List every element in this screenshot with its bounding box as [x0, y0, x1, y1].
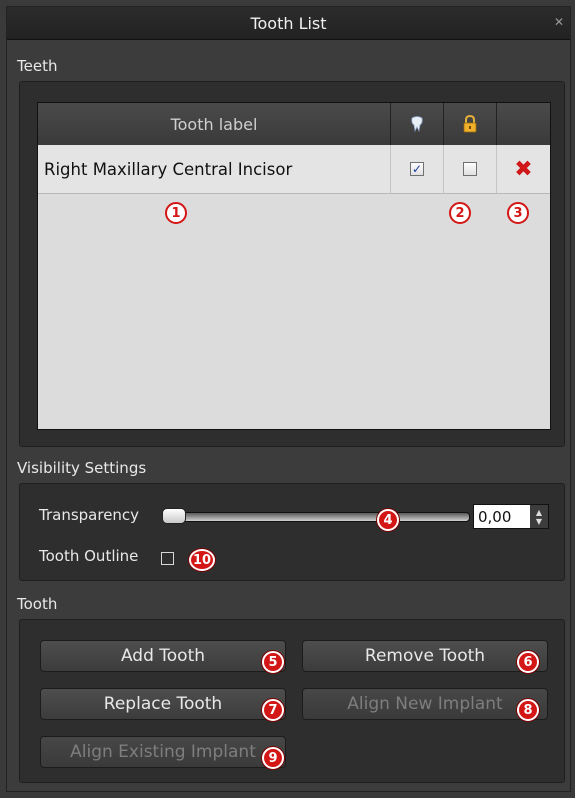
teeth-section-label: Teeth — [17, 57, 58, 75]
callout-9: 9 — [262, 747, 284, 769]
transparency-spinbox[interactable]: 0,00 ▲ ▼ — [473, 504, 549, 529]
tooth-outline-label: Tooth Outline — [39, 547, 139, 565]
transparency-slider-handle[interactable] — [162, 508, 186, 524]
window-title: Tooth List — [250, 13, 327, 33]
transparency-value[interactable]: 0,00 — [478, 508, 511, 526]
title-bar: Tooth List ✕ — [7, 7, 570, 40]
table-header: Tooth label — [38, 103, 550, 146]
tooth-label-cell[interactable]: Right Maxillary Central Incisor — [38, 145, 391, 193]
transparency-slider-track[interactable] — [168, 512, 470, 522]
align-existing-implant-button[interactable]: Align Existing Implant — [40, 736, 286, 768]
lock-icon — [463, 115, 477, 133]
visibility-section-label: Visibility Settings — [17, 459, 147, 477]
lock-cell — [444, 145, 497, 193]
spin-up-icon[interactable]: ▲ — [536, 508, 542, 517]
callout-5: 5 — [262, 651, 284, 673]
callout-10: 10 — [189, 549, 215, 571]
spin-down-icon[interactable]: ▼ — [536, 517, 542, 526]
spin-arrows[interactable]: ▲ ▼ — [530, 505, 548, 528]
tooth-group: Add Tooth Remove Tooth Replace Tooth Ali… — [19, 619, 565, 783]
add-tooth-button[interactable]: Add Tooth — [40, 640, 286, 672]
visible-cell: ✓ — [391, 145, 444, 193]
lock-checkbox[interactable] — [463, 162, 477, 176]
column-header-lock[interactable] — [444, 103, 497, 145]
tooth-list-panel: Tooth List ✕ Teeth Tooth label Right Max… — [6, 6, 571, 792]
callout-6: 6 — [517, 651, 539, 673]
close-icon[interactable]: ✕ — [554, 15, 564, 29]
callout-7: 7 — [262, 699, 284, 721]
callout-4: 4 — [377, 509, 399, 531]
visible-checkbox[interactable]: ✓ — [410, 162, 424, 176]
callout-2: 2 — [449, 202, 471, 224]
tooth-outline-checkbox[interactable] — [161, 552, 174, 565]
table-row[interactable]: Right Maxillary Central Incisor ✓ ✖ — [38, 145, 550, 194]
remove-tooth-button[interactable]: Remove Tooth — [302, 640, 548, 672]
teeth-table: Tooth label Right Maxillary Central Inci… — [37, 102, 551, 430]
align-new-implant-button[interactable]: Align New Implant — [302, 688, 548, 720]
delete-cell: ✖ — [497, 145, 550, 193]
column-header-delete — [497, 103, 550, 145]
callout-3: 3 — [507, 202, 529, 224]
teeth-group: Tooth label Right Maxillary Central Inci… — [19, 81, 565, 447]
column-header-tooth-label[interactable]: Tooth label — [38, 103, 391, 145]
replace-tooth-button[interactable]: Replace Tooth — [40, 688, 286, 720]
tooth-icon — [411, 116, 423, 132]
transparency-label: Transparency — [39, 506, 140, 524]
callout-1: 1 — [165, 202, 187, 224]
callout-8: 8 — [517, 699, 539, 721]
tooth-section-label: Tooth — [17, 595, 58, 613]
visibility-group: Transparency 0,00 ▲ ▼ Tooth Outline — [19, 483, 565, 581]
column-header-visible[interactable] — [391, 103, 444, 145]
delete-x-icon[interactable]: ✖ — [514, 157, 532, 182]
